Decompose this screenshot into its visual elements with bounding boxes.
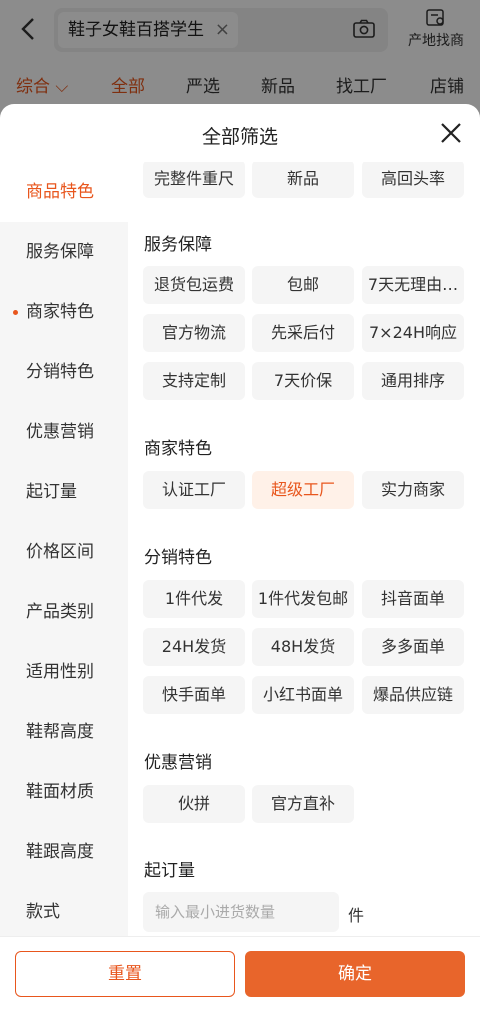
sidebar-item-service[interactable]: 服务保障 [0,222,128,282]
sidebar-item-price[interactable]: 价格区间 [0,522,128,582]
option-chip[interactable]: 实力商家 [362,471,464,509]
option-chip[interactable]: 先采后付 [252,314,354,352]
option-chip-selected[interactable]: 超级工厂 [252,471,354,509]
filter-sheet: 全部筛选 商品特色 服务保障 商家特色 分销特色 优惠营销 起订量 价格区间 产… [0,104,480,1014]
section-title-promo: 优惠营销 [144,753,212,773]
sidebar-item-moq[interactable]: 起订量 [0,462,128,522]
option-chip[interactable]: 快手面单 [143,676,245,714]
option-chip[interactable]: 支持定制 [143,362,245,400]
sidebar-item-merchant[interactable]: 商家特色 [0,282,128,342]
quantity-unit-label: 件 [348,906,365,925]
option-chip[interactable]: 7天价保 [252,362,354,400]
option-chip[interactable]: 官方直补 [252,785,354,823]
option-chip[interactable]: 48H发货 [252,628,354,666]
confirm-button[interactable]: 确定 [245,951,465,997]
option-chip[interactable]: 包邮 [252,266,354,304]
sidebar-item-gender[interactable]: 适用性别 [0,642,128,702]
reset-button[interactable]: 重置 [15,951,235,997]
section-title-distribution: 分销特色 [144,548,212,568]
sidebar-item-style[interactable]: 款式 [0,882,128,942]
option-chip[interactable]: 伙拼 [143,785,245,823]
sidebar-item-promo[interactable]: 优惠营销 [0,402,128,462]
sheet-title: 全部筛选 [201,126,278,148]
sidebar-item-label: 商家特色 [26,302,94,322]
active-dot-icon [13,310,18,315]
option-chip[interactable]: 高回头率 [362,162,464,198]
close-icon[interactable] [436,118,466,148]
option-chip[interactable]: 抖音面单 [362,580,464,618]
option-chip[interactable]: 7×24H响应 [362,314,464,352]
section-title-moq: 起订量 [144,861,195,881]
option-chip[interactable]: 1件代发包邮 [252,580,354,618]
section-title-merchant: 商家特色 [144,439,212,459]
sidebar-item-upper-height[interactable]: 鞋帮高度 [0,702,128,762]
option-chip[interactable]: 爆品供应链 [362,676,464,714]
option-chip[interactable]: 官方物流 [143,314,245,352]
sidebar-item-product-features[interactable]: 商品特色 [0,162,128,222]
option-chip[interactable]: 认证工厂 [143,471,245,509]
sidebar-item-upper-material[interactable]: 鞋面材质 [0,762,128,822]
option-chip[interactable]: 新品 [252,162,354,198]
option-chip[interactable]: 通用排序 [362,362,464,400]
option-chip[interactable]: 完整件重尺 [143,162,245,198]
filter-footer: 重置 确定 [0,936,480,1014]
sidebar-item-category[interactable]: 产品类别 [0,582,128,642]
filter-sidebar: 商品特色 服务保障 商家特色 分销特色 优惠营销 起订量 价格区间 产品类别 适… [0,162,128,936]
section-title-service: 服务保障 [144,235,212,255]
modal-backdrop[interactable] [0,0,480,106]
option-chip[interactable]: 7天无理由… [362,266,464,304]
option-chip[interactable]: 多多面单 [362,628,464,666]
sidebar-item-distribution[interactable]: 分销特色 [0,342,128,402]
filter-content: 完整件重尺 新品 高回头率 服务保障 退货包运费 包邮 7天无理由… 官方物流 … [128,162,480,936]
option-chip[interactable]: 1件代发 [143,580,245,618]
sidebar-item-heel-height[interactable]: 鞋跟高度 [0,822,128,882]
min-quantity-input[interactable] [143,892,339,932]
option-chip[interactable]: 小红书面单 [252,676,354,714]
option-chip[interactable]: 24H发货 [143,628,245,666]
option-chip[interactable]: 退货包运费 [143,266,245,304]
